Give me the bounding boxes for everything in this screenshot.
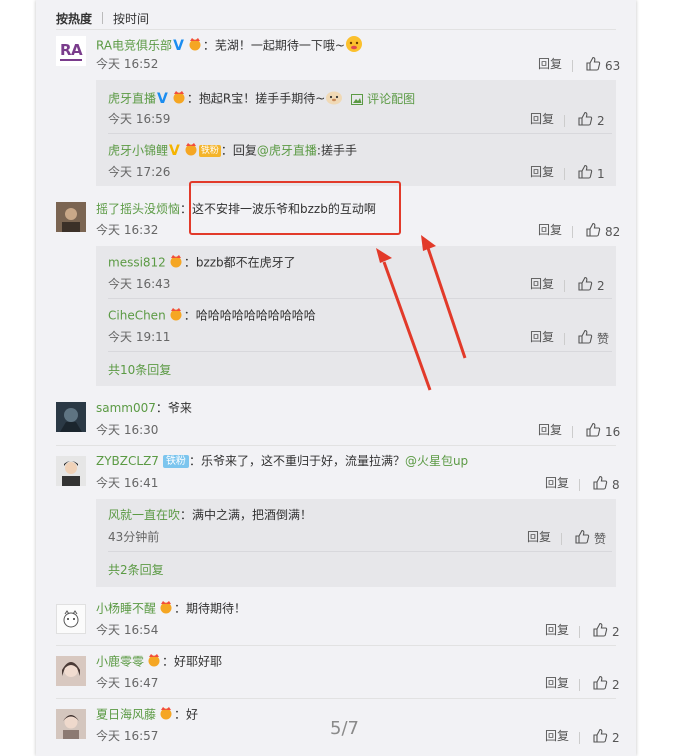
page-indicator: 5/7: [330, 718, 359, 739]
annotation-arrows: [376, 235, 467, 391]
